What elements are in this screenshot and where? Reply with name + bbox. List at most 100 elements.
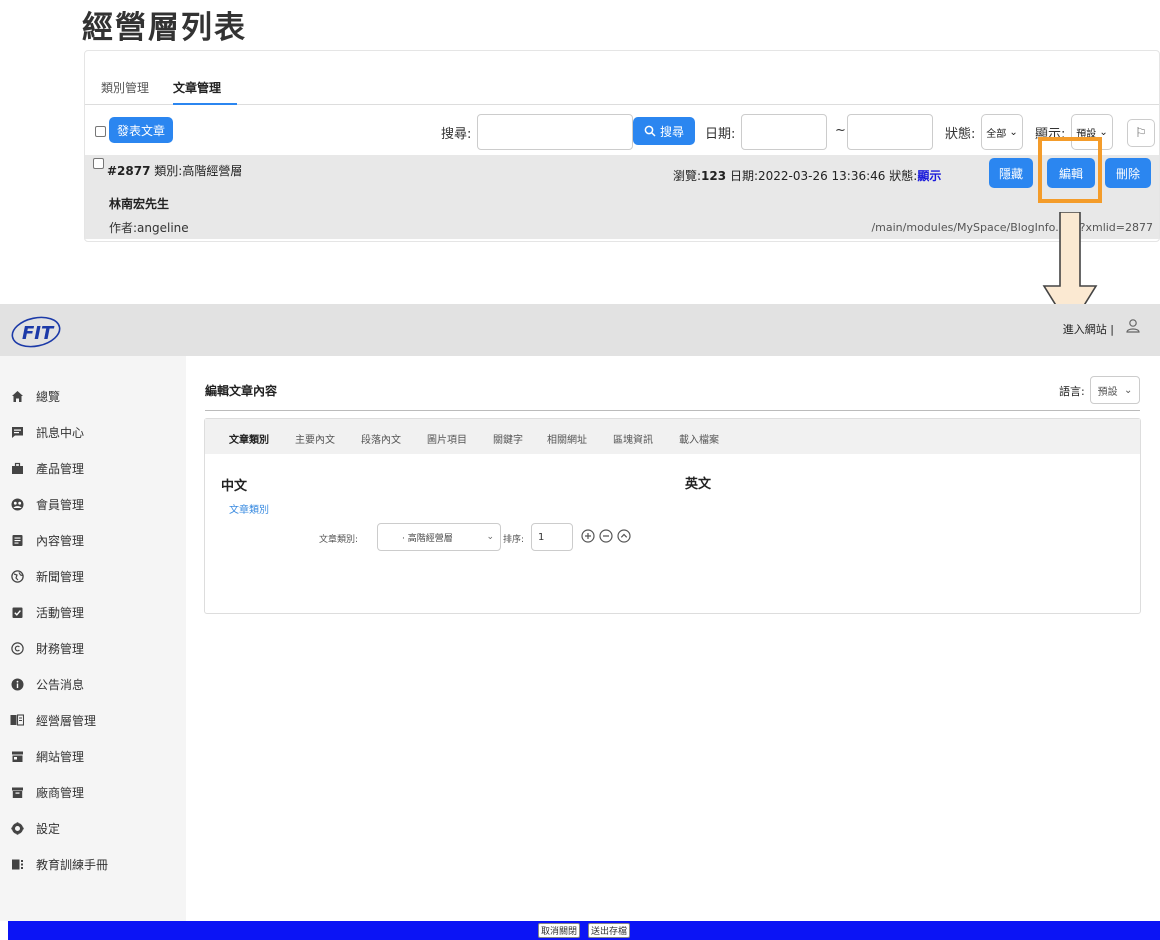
- hide-button[interactable]: 隱藏: [989, 158, 1033, 188]
- sidebar-item-management-layer[interactable]: 經營層管理: [10, 710, 96, 730]
- chevron-down-icon: ⌄: [486, 532, 494, 542]
- checklist-icon: [10, 605, 24, 619]
- tab-article-category[interactable]: 文章類別: [229, 431, 269, 446]
- tab-article-management[interactable]: 文章管理: [173, 79, 237, 105]
- sidebar-item-members[interactable]: 會員管理: [10, 494, 84, 514]
- globe-icon: [10, 569, 24, 583]
- category-link[interactable]: 文章類別: [229, 501, 269, 516]
- row-title: 林南宏先生: [109, 197, 170, 211]
- book-icon: [10, 713, 24, 727]
- sidebar-item-announcements[interactable]: 公告消息: [10, 674, 84, 694]
- sidebar-item-label: 活動管理: [36, 605, 85, 620]
- submit-save-button[interactable]: 送出存檔: [588, 923, 631, 938]
- copyright-icon: [10, 641, 24, 655]
- sidebar-item-messages[interactable]: 訊息中心: [10, 422, 84, 442]
- edit-button-highlight: [1038, 137, 1102, 203]
- tab-category-management[interactable]: 類別管理: [101, 79, 149, 96]
- search-icon: [644, 125, 656, 137]
- chevron-down-icon: ⌄: [1123, 384, 1133, 396]
- fit-logo[interactable]: FIT: [8, 314, 70, 348]
- sidebar-item-website[interactable]: 網站管理: [10, 746, 84, 766]
- status-select[interactable]: 全部 ⌄: [981, 114, 1023, 150]
- sidebar-item-label: 財務管理: [36, 641, 85, 656]
- category-select[interactable]: · 高階經營層 ⌄: [377, 523, 501, 551]
- sidebar-item-finance[interactable]: 財務管理: [10, 638, 84, 658]
- archive-icon: [10, 785, 24, 799]
- page-title: 編輯文章內容: [205, 384, 278, 398]
- move-up-circle-icon[interactable]: [617, 529, 631, 543]
- category-label: 文章類別:: [319, 535, 359, 545]
- delete-button[interactable]: 刪除: [1105, 158, 1151, 188]
- sidebar-item-overview[interactable]: 總覽: [10, 386, 60, 406]
- sidebar-item-label: 公告消息: [36, 677, 85, 692]
- list-tabs: 類別管理 文章管理: [85, 75, 1159, 105]
- sidebar-item-label: 教育訓練手冊: [36, 857, 109, 872]
- date-label: 日期:: [705, 127, 736, 142]
- sidebar-item-settings[interactable]: 設定: [10, 818, 60, 838]
- row-category: 類別:高階經營層: [154, 164, 243, 178]
- gear-icon: [10, 821, 24, 835]
- row-id: #2877: [107, 164, 151, 178]
- row-url[interactable]: /main/modules/MySpace/BlogInfo.php?xmlid…: [871, 221, 1153, 234]
- date-to-input[interactable]: [847, 114, 933, 150]
- logo-text: FIT: [22, 323, 55, 344]
- chevron-down-icon: ⌄: [1099, 126, 1108, 138]
- home-icon: [10, 389, 24, 403]
- column-english: 英文: [685, 477, 712, 492]
- sidebar-item-vendors[interactable]: 廠商管理: [10, 782, 84, 802]
- admin-header: FIT 進入網站 |: [0, 304, 1160, 356]
- row-author: 作者:angeline: [109, 221, 189, 235]
- enter-site-link[interactable]: 進入網站: [1063, 323, 1107, 336]
- sidebar-item-content[interactable]: 內容管理: [10, 530, 84, 550]
- order-input[interactable]: 1: [531, 523, 573, 551]
- tab-related-links[interactable]: 相關網址: [547, 431, 587, 446]
- flag-button[interactable]: ⚐: [1127, 119, 1155, 147]
- row-meta: 瀏覽:123 日期:2022-03-26 13:36:46 狀態:顯示: [673, 167, 941, 184]
- sidebar-item-label: 會員管理: [36, 497, 85, 512]
- search-button-label: 搜尋: [659, 124, 684, 139]
- row-id-category: #2877 類別:高階經營層: [107, 162, 242, 179]
- search-button[interactable]: 搜尋: [633, 117, 695, 145]
- editor-tabs: 文章類別 主要內文 段落內文 圖片項目 關鍵字 相關網址 區塊資訊 載入檔案: [205, 419, 1140, 454]
- language-select[interactable]: 預設 ⌄: [1090, 376, 1140, 404]
- sidebar-item-label: 設定: [36, 821, 61, 836]
- sidebar-item-label: 訊息中心: [36, 425, 85, 440]
- sidebar: 總覽 訊息中心 產品管理 會員管理 內容管理 新聞管理 活動管理 財務管理 公告…: [0, 356, 186, 921]
- header-links: 進入網站 |: [1063, 321, 1114, 337]
- tab-keywords[interactable]: 關鍵字: [493, 431, 523, 446]
- tab-image-items[interactable]: 圖片項目: [427, 431, 467, 446]
- page: 經營層列表 類別管理 文章管理 發表文章 搜尋: 搜尋 日期: ~ 狀態: 全部…: [0, 0, 1160, 940]
- sidebar-item-training-manual[interactable]: 教育訓練手冊: [10, 854, 108, 874]
- tab-load-files[interactable]: 載入檔案: [679, 431, 719, 446]
- row-views: 123: [701, 169, 727, 183]
- column-chinese: 中文: [221, 479, 248, 494]
- row-status: 顯示: [917, 169, 942, 183]
- post-article-button[interactable]: 發表文章: [109, 117, 173, 143]
- manual-icon: [10, 857, 24, 871]
- sidebar-item-label: 總覽: [36, 389, 61, 404]
- remove-circle-icon[interactable]: [599, 529, 613, 543]
- sidebar-item-products[interactable]: 產品管理: [10, 458, 84, 478]
- select-all-checkbox[interactable]: [95, 126, 106, 137]
- user-icon[interactable]: [1126, 318, 1140, 334]
- add-circle-icon[interactable]: [581, 529, 595, 543]
- editor-card: 文章類別 主要內文 段落內文 圖片項目 關鍵字 相關網址 區塊資訊 載入檔案 中…: [204, 418, 1141, 614]
- tab-main-content[interactable]: 主要內文: [295, 431, 335, 446]
- row-checkbox[interactable]: [93, 158, 104, 169]
- message-icon: [10, 425, 24, 439]
- date-separator: ~: [835, 123, 846, 138]
- date-from-input[interactable]: [741, 114, 827, 150]
- table-row: #2877 類別:高階經營層 瀏覽:123 日期:2022-03-26 13:3…: [85, 155, 1159, 239]
- language-select-value: 預設: [1097, 386, 1118, 398]
- sidebar-item-label: 產品管理: [36, 461, 85, 476]
- sidebar-item-label: 內容管理: [36, 533, 85, 548]
- row-status-label: 狀態:: [889, 169, 918, 183]
- cancel-close-button[interactable]: 取消關閉: [538, 923, 581, 938]
- tab-paragraph-content[interactable]: 段落內文: [361, 431, 401, 446]
- sidebar-item-news[interactable]: 新聞管理: [10, 566, 84, 586]
- tab-block-info[interactable]: 區塊資訊: [613, 431, 653, 446]
- search-input[interactable]: [477, 114, 633, 150]
- sidebar-item-events[interactable]: 活動管理: [10, 602, 84, 622]
- language-label: 語言:: [1059, 385, 1085, 398]
- article-list-panel: 類別管理 文章管理 發表文章 搜尋: 搜尋 日期: ~ 狀態: 全部 ⌄ 顯示:…: [84, 50, 1160, 242]
